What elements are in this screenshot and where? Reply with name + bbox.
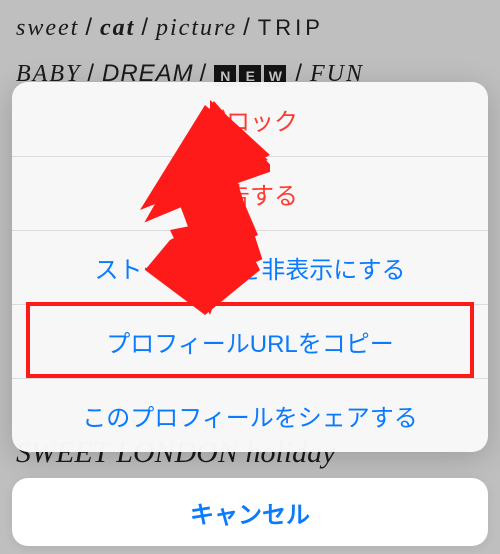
screen: sweet/cat/picture/TRIP BABY/DREAM/NEW/FU…: [0, 0, 500, 554]
action-block[interactable]: ブロック: [12, 82, 488, 156]
action-label: 報告する: [202, 176, 298, 211]
action-hide-stories[interactable]: ストーリーズを非表示にする: [12, 230, 488, 304]
action-share-profile[interactable]: このプロフィールをシェアする: [12, 378, 488, 452]
action-label: ストーリーズを非表示にする: [94, 250, 405, 285]
action-label: プロフィールURLをコピー: [106, 324, 394, 359]
cancel-label: キャンセル: [190, 495, 310, 530]
action-label: ブロック: [202, 102, 298, 137]
action-report[interactable]: 報告する: [12, 156, 488, 230]
action-sheet: ブロック 報告する ストーリーズを非表示にする プロフィールURLをコピー この…: [12, 82, 488, 452]
action-copy-profile-url[interactable]: プロフィールURLをコピー: [12, 304, 488, 378]
cancel-button[interactable]: キャンセル: [12, 478, 488, 546]
action-label: このプロフィールをシェアする: [82, 398, 418, 433]
